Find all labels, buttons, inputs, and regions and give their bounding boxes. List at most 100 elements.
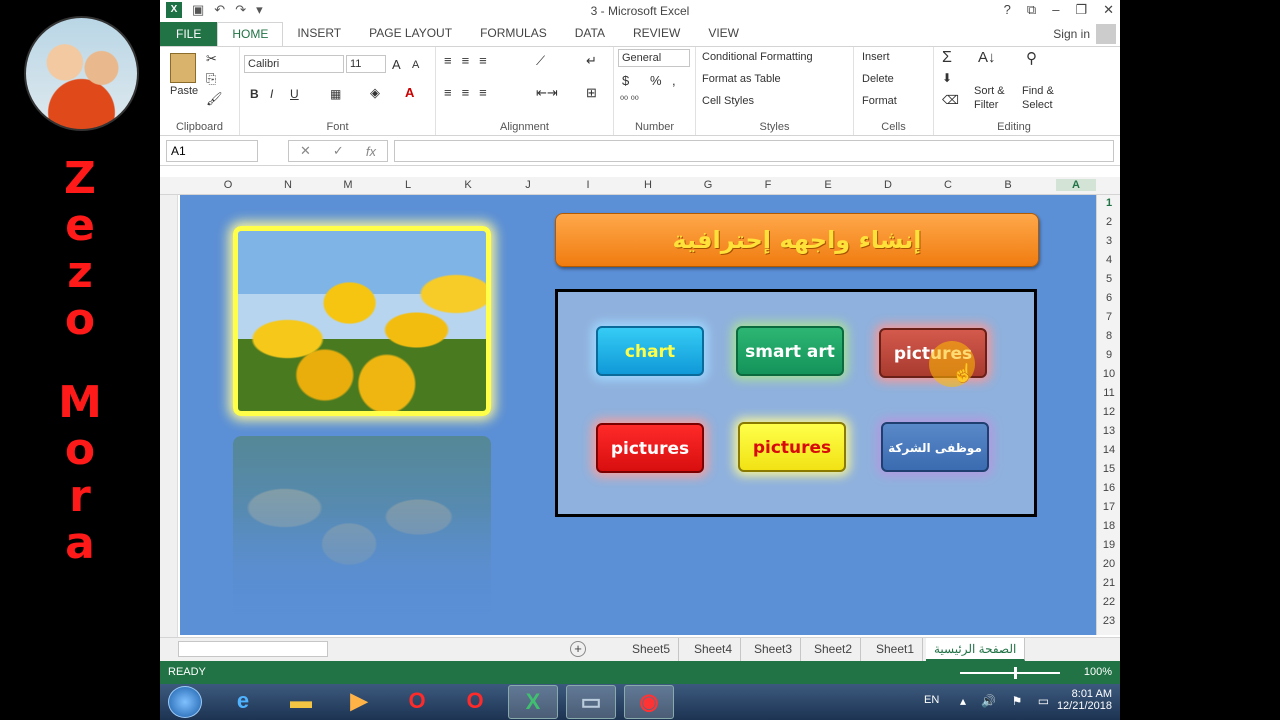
format-painter-icon[interactable]: 🖌 xyxy=(206,91,223,107)
percent-button[interactable]: % xyxy=(650,73,662,88)
column-header[interactable]: J xyxy=(518,179,538,191)
title-banner[interactable]: إنشاء واجهه إحترافية xyxy=(555,213,1039,267)
row-header[interactable]: 3 xyxy=(1097,235,1120,247)
tab-insert[interactable]: INSERT xyxy=(283,22,355,46)
chart-button[interactable]: chart xyxy=(596,326,704,376)
minimize-icon[interactable]: – xyxy=(1052,2,1059,18)
font-name-select[interactable]: Calibri xyxy=(244,55,344,73)
row-header[interactable]: 11 xyxy=(1097,387,1120,399)
fill-icon[interactable]: ⬇ xyxy=(942,71,952,85)
user-icon[interactable] xyxy=(1096,24,1116,44)
row-header[interactable]: 10 xyxy=(1097,368,1120,380)
horizontal-align-icons[interactable]: ≡≡≡ xyxy=(444,85,497,100)
comma-button[interactable]: , xyxy=(672,73,676,88)
fill-color-icon[interactable]: ◈ xyxy=(370,85,380,101)
sheet-tab[interactable]: Sheet1 xyxy=(868,638,924,661)
conditional-formatting-button[interactable]: Conditional Formatting xyxy=(702,51,813,63)
row-header[interactable]: 17 xyxy=(1097,501,1120,513)
column-header[interactable]: K xyxy=(458,179,478,191)
row-header[interactable]: 12 xyxy=(1097,406,1120,418)
column-header[interactable]: H xyxy=(638,179,658,191)
row-header[interactable]: 18 xyxy=(1097,520,1120,532)
find-label[interactable]: Find & xyxy=(1022,85,1054,97)
row-header[interactable]: 20 xyxy=(1097,558,1120,570)
cancel-icon[interactable]: ✕ xyxy=(300,143,311,159)
currency-button[interactable]: $ xyxy=(622,73,629,88)
decimal-icons[interactable]: ⁰⁰ ⁰⁰ xyxy=(620,95,639,106)
sort-label[interactable]: Sort & xyxy=(974,85,1005,97)
column-header[interactable]: N xyxy=(278,179,298,191)
formula-input[interactable] xyxy=(394,140,1114,162)
sheet-tab[interactable]: Sheet3 xyxy=(746,638,802,661)
insert-function-icon[interactable]: fx xyxy=(366,144,376,159)
column-header[interactable]: B xyxy=(998,179,1018,191)
worksheet-canvas[interactable]: إنشاء واجهه إحترافية chart smart art pic… xyxy=(180,195,1096,635)
screen-recorder-icon[interactable]: ◉ xyxy=(624,685,674,719)
horizontal-scrollbar[interactable] xyxy=(178,641,328,657)
tab-data[interactable]: DATA xyxy=(561,22,619,46)
language-indicator[interactable]: EN xyxy=(924,694,939,706)
orientation-icon[interactable]: ⟋ xyxy=(536,53,545,69)
filter-label[interactable]: Filter xyxy=(974,99,998,111)
row-header[interactable]: 7 xyxy=(1097,311,1120,323)
row-header[interactable]: 4 xyxy=(1097,254,1120,266)
row-header[interactable]: 14 xyxy=(1097,444,1120,456)
excel-taskbar-icon[interactable]: X xyxy=(508,685,558,719)
tab-formulas[interactable]: FORMULAS xyxy=(466,22,561,46)
sign-in-link[interactable]: Sign in xyxy=(1053,27,1090,41)
cell-styles-button[interactable]: Cell Styles xyxy=(702,95,754,107)
tab-file[interactable]: FILE xyxy=(160,22,218,46)
tab-view[interactable]: VIEW xyxy=(694,22,753,46)
row-header[interactable]: 13 xyxy=(1097,425,1120,437)
bold-button[interactable]: B xyxy=(250,87,259,101)
column-header-selected[interactable]: A xyxy=(1056,179,1096,191)
column-header[interactable]: D xyxy=(878,179,898,191)
opera-icon[interactable]: O xyxy=(392,685,442,719)
file-explorer-icon[interactable]: ▬ xyxy=(276,685,326,719)
clock[interactable]: 8:01 AM 12/21/2018 xyxy=(1057,688,1112,712)
tab-page-layout[interactable]: PAGE LAYOUT xyxy=(355,22,466,46)
internet-explorer-icon[interactable]: e xyxy=(218,685,268,719)
restore-icon[interactable]: ❐ xyxy=(1075,2,1087,18)
pictures-button-3[interactable]: pictures xyxy=(738,422,846,472)
borders-icon[interactable]: ▦ xyxy=(330,87,341,101)
column-header[interactable]: G xyxy=(698,179,718,191)
ribbon-display-icon[interactable]: ⧉ xyxy=(1027,2,1036,18)
sheet-tab[interactable]: Sheet4 xyxy=(686,638,742,661)
sheet-tab-active[interactable]: الصفحة الرئيسية xyxy=(926,638,1026,661)
row-header[interactable]: 6 xyxy=(1097,292,1120,304)
tab-home[interactable]: HOME xyxy=(217,22,284,46)
font-color-icon[interactable]: A xyxy=(405,85,414,100)
media-player-icon[interactable]: ▶ xyxy=(334,685,384,719)
column-header[interactable]: C xyxy=(938,179,958,191)
enter-icon[interactable]: ✓ xyxy=(333,143,344,159)
cut-icon[interactable]: ✂ xyxy=(206,51,217,67)
column-header[interactable]: L xyxy=(398,179,418,191)
copy-icon[interactable]: ⎘ xyxy=(206,71,216,87)
column-header[interactable]: F xyxy=(758,179,778,191)
row-header[interactable]: 9 xyxy=(1097,349,1120,361)
sort-filter-icon[interactable]: A↓ xyxy=(978,49,996,66)
smart-art-button[interactable]: smart art xyxy=(736,326,844,376)
row-header[interactable]: 16 xyxy=(1097,482,1120,494)
zoom-slider-thumb[interactable] xyxy=(1014,667,1017,679)
remote-desktop-icon[interactable]: ▭ xyxy=(566,685,616,719)
wrap-text-icon[interactable]: ↵ xyxy=(586,53,597,69)
row-header[interactable]: 21 xyxy=(1097,577,1120,589)
italic-button[interactable]: I xyxy=(270,87,273,101)
tulips-picture[interactable] xyxy=(233,226,491,416)
merge-center-icon[interactable]: ⊞ xyxy=(586,85,597,101)
column-header[interactable]: O xyxy=(218,179,238,191)
name-box[interactable]: A1 xyxy=(166,140,258,162)
delete-cells-button[interactable]: Delete xyxy=(862,73,894,85)
column-header[interactable]: M xyxy=(338,179,358,191)
select-label[interactable]: Select xyxy=(1022,99,1053,111)
pictures-button-2[interactable]: pictures xyxy=(596,423,704,473)
grow-font-icon[interactable]: A xyxy=(392,57,401,72)
zoom-slider[interactable] xyxy=(960,667,1060,679)
binoculars-icon[interactable]: ⚲ xyxy=(1026,49,1037,67)
underline-button[interactable]: U xyxy=(290,87,299,101)
autosum-icon[interactable]: Σ xyxy=(942,49,952,67)
format-cells-button[interactable]: Format xyxy=(862,95,897,107)
row-header[interactable]: 8 xyxy=(1097,330,1120,342)
